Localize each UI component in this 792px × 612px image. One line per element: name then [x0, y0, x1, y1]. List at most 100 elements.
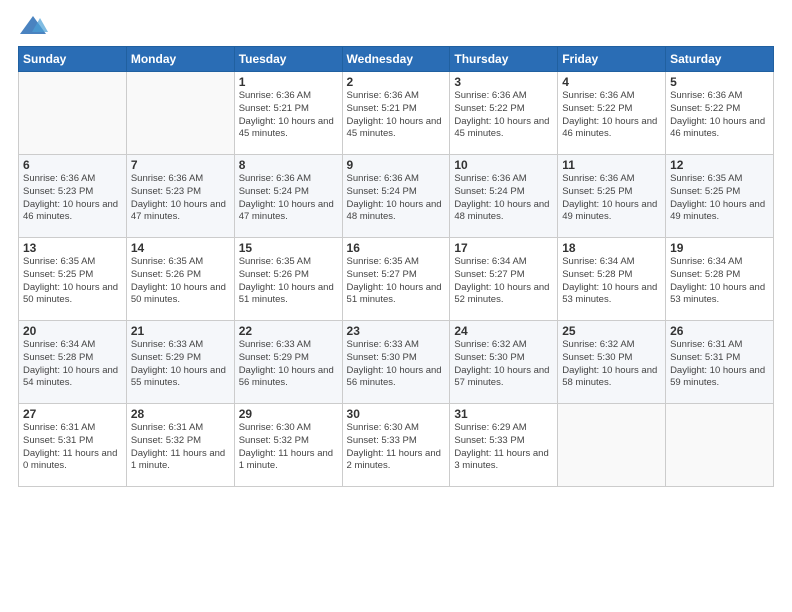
day-cell: 13Sunrise: 6:35 AM Sunset: 5:25 PM Dayli… [19, 238, 127, 321]
day-cell: 25Sunrise: 6:32 AM Sunset: 5:30 PM Dayli… [558, 321, 666, 404]
day-cell: 26Sunrise: 6:31 AM Sunset: 5:31 PM Dayli… [666, 321, 774, 404]
day-info: Sunrise: 6:33 AM Sunset: 5:29 PM Dayligh… [239, 339, 338, 390]
day-number: 29 [239, 407, 338, 421]
day-info: Sunrise: 6:36 AM Sunset: 5:24 PM Dayligh… [239, 173, 338, 224]
day-cell: 10Sunrise: 6:36 AM Sunset: 5:24 PM Dayli… [450, 155, 558, 238]
day-number: 1 [239, 75, 338, 89]
day-cell: 4Sunrise: 6:36 AM Sunset: 5:22 PM Daylig… [558, 72, 666, 155]
day-cell: 14Sunrise: 6:35 AM Sunset: 5:26 PM Dayli… [126, 238, 234, 321]
day-info: Sunrise: 6:31 AM Sunset: 5:32 PM Dayligh… [131, 422, 230, 473]
day-info: Sunrise: 6:36 AM Sunset: 5:21 PM Dayligh… [347, 90, 446, 141]
day-info: Sunrise: 6:36 AM Sunset: 5:21 PM Dayligh… [239, 90, 338, 141]
day-cell [666, 404, 774, 487]
week-row-3: 13Sunrise: 6:35 AM Sunset: 5:25 PM Dayli… [19, 238, 774, 321]
day-cell [126, 72, 234, 155]
day-info: Sunrise: 6:30 AM Sunset: 5:33 PM Dayligh… [347, 422, 446, 473]
day-number: 20 [23, 324, 122, 338]
week-row-2: 6Sunrise: 6:36 AM Sunset: 5:23 PM Daylig… [19, 155, 774, 238]
day-number: 28 [131, 407, 230, 421]
day-cell: 29Sunrise: 6:30 AM Sunset: 5:32 PM Dayli… [234, 404, 342, 487]
day-info: Sunrise: 6:30 AM Sunset: 5:32 PM Dayligh… [239, 422, 338, 473]
day-cell: 21Sunrise: 6:33 AM Sunset: 5:29 PM Dayli… [126, 321, 234, 404]
weekday-header-row: SundayMondayTuesdayWednesdayThursdayFrid… [19, 47, 774, 72]
day-cell: 27Sunrise: 6:31 AM Sunset: 5:31 PM Dayli… [19, 404, 127, 487]
week-row-5: 27Sunrise: 6:31 AM Sunset: 5:31 PM Dayli… [19, 404, 774, 487]
week-row-4: 20Sunrise: 6:34 AM Sunset: 5:28 PM Dayli… [19, 321, 774, 404]
weekday-header-thursday: Thursday [450, 47, 558, 72]
day-number: 6 [23, 158, 122, 172]
day-info: Sunrise: 6:36 AM Sunset: 5:22 PM Dayligh… [454, 90, 553, 141]
day-info: Sunrise: 6:35 AM Sunset: 5:27 PM Dayligh… [347, 256, 446, 307]
weekday-header-monday: Monday [126, 47, 234, 72]
day-info: Sunrise: 6:36 AM Sunset: 5:25 PM Dayligh… [562, 173, 661, 224]
day-cell: 30Sunrise: 6:30 AM Sunset: 5:33 PM Dayli… [342, 404, 450, 487]
day-info: Sunrise: 6:34 AM Sunset: 5:28 PM Dayligh… [670, 256, 769, 307]
day-cell: 7Sunrise: 6:36 AM Sunset: 5:23 PM Daylig… [126, 155, 234, 238]
header [18, 14, 774, 38]
day-info: Sunrise: 6:34 AM Sunset: 5:28 PM Dayligh… [23, 339, 122, 390]
day-cell: 3Sunrise: 6:36 AM Sunset: 5:22 PM Daylig… [450, 72, 558, 155]
day-info: Sunrise: 6:35 AM Sunset: 5:26 PM Dayligh… [239, 256, 338, 307]
day-info: Sunrise: 6:33 AM Sunset: 5:30 PM Dayligh… [347, 339, 446, 390]
day-number: 16 [347, 241, 446, 255]
weekday-header-friday: Friday [558, 47, 666, 72]
day-cell: 2Sunrise: 6:36 AM Sunset: 5:21 PM Daylig… [342, 72, 450, 155]
day-number: 27 [23, 407, 122, 421]
day-number: 10 [454, 158, 553, 172]
day-number: 11 [562, 158, 661, 172]
day-number: 2 [347, 75, 446, 89]
weekday-header-tuesday: Tuesday [234, 47, 342, 72]
day-number: 15 [239, 241, 338, 255]
weekday-header-saturday: Saturday [666, 47, 774, 72]
day-info: Sunrise: 6:34 AM Sunset: 5:27 PM Dayligh… [454, 256, 553, 307]
day-number: 18 [562, 241, 661, 255]
day-cell: 19Sunrise: 6:34 AM Sunset: 5:28 PM Dayli… [666, 238, 774, 321]
weekday-header-sunday: Sunday [19, 47, 127, 72]
day-info: Sunrise: 6:31 AM Sunset: 5:31 PM Dayligh… [23, 422, 122, 473]
calendar: SundayMondayTuesdayWednesdayThursdayFrid… [18, 46, 774, 487]
day-number: 9 [347, 158, 446, 172]
logo-icon [18, 14, 48, 38]
day-info: Sunrise: 6:32 AM Sunset: 5:30 PM Dayligh… [454, 339, 553, 390]
day-cell: 23Sunrise: 6:33 AM Sunset: 5:30 PM Dayli… [342, 321, 450, 404]
day-number: 12 [670, 158, 769, 172]
day-number: 4 [562, 75, 661, 89]
day-cell: 5Sunrise: 6:36 AM Sunset: 5:22 PM Daylig… [666, 72, 774, 155]
day-cell: 16Sunrise: 6:35 AM Sunset: 5:27 PM Dayli… [342, 238, 450, 321]
day-number: 13 [23, 241, 122, 255]
day-cell: 6Sunrise: 6:36 AM Sunset: 5:23 PM Daylig… [19, 155, 127, 238]
day-cell [558, 404, 666, 487]
weekday-header-wednesday: Wednesday [342, 47, 450, 72]
week-row-1: 1Sunrise: 6:36 AM Sunset: 5:21 PM Daylig… [19, 72, 774, 155]
day-number: 25 [562, 324, 661, 338]
day-info: Sunrise: 6:36 AM Sunset: 5:24 PM Dayligh… [454, 173, 553, 224]
day-info: Sunrise: 6:35 AM Sunset: 5:25 PM Dayligh… [670, 173, 769, 224]
day-info: Sunrise: 6:32 AM Sunset: 5:30 PM Dayligh… [562, 339, 661, 390]
day-cell: 1Sunrise: 6:36 AM Sunset: 5:21 PM Daylig… [234, 72, 342, 155]
day-cell: 24Sunrise: 6:32 AM Sunset: 5:30 PM Dayli… [450, 321, 558, 404]
day-info: Sunrise: 6:36 AM Sunset: 5:24 PM Dayligh… [347, 173, 446, 224]
day-cell: 22Sunrise: 6:33 AM Sunset: 5:29 PM Dayli… [234, 321, 342, 404]
logo [18, 14, 52, 38]
day-info: Sunrise: 6:35 AM Sunset: 5:26 PM Dayligh… [131, 256, 230, 307]
day-number: 7 [131, 158, 230, 172]
day-number: 31 [454, 407, 553, 421]
day-cell: 11Sunrise: 6:36 AM Sunset: 5:25 PM Dayli… [558, 155, 666, 238]
day-number: 5 [670, 75, 769, 89]
day-cell: 28Sunrise: 6:31 AM Sunset: 5:32 PM Dayli… [126, 404, 234, 487]
day-info: Sunrise: 6:36 AM Sunset: 5:23 PM Dayligh… [23, 173, 122, 224]
day-info: Sunrise: 6:36 AM Sunset: 5:22 PM Dayligh… [562, 90, 661, 141]
day-cell: 18Sunrise: 6:34 AM Sunset: 5:28 PM Dayli… [558, 238, 666, 321]
day-cell: 9Sunrise: 6:36 AM Sunset: 5:24 PM Daylig… [342, 155, 450, 238]
day-info: Sunrise: 6:29 AM Sunset: 5:33 PM Dayligh… [454, 422, 553, 473]
day-number: 14 [131, 241, 230, 255]
day-info: Sunrise: 6:36 AM Sunset: 5:22 PM Dayligh… [670, 90, 769, 141]
day-cell: 15Sunrise: 6:35 AM Sunset: 5:26 PM Dayli… [234, 238, 342, 321]
day-info: Sunrise: 6:31 AM Sunset: 5:31 PM Dayligh… [670, 339, 769, 390]
day-number: 19 [670, 241, 769, 255]
day-info: Sunrise: 6:36 AM Sunset: 5:23 PM Dayligh… [131, 173, 230, 224]
day-info: Sunrise: 6:35 AM Sunset: 5:25 PM Dayligh… [23, 256, 122, 307]
day-cell: 20Sunrise: 6:34 AM Sunset: 5:28 PM Dayli… [19, 321, 127, 404]
day-number: 3 [454, 75, 553, 89]
day-info: Sunrise: 6:34 AM Sunset: 5:28 PM Dayligh… [562, 256, 661, 307]
